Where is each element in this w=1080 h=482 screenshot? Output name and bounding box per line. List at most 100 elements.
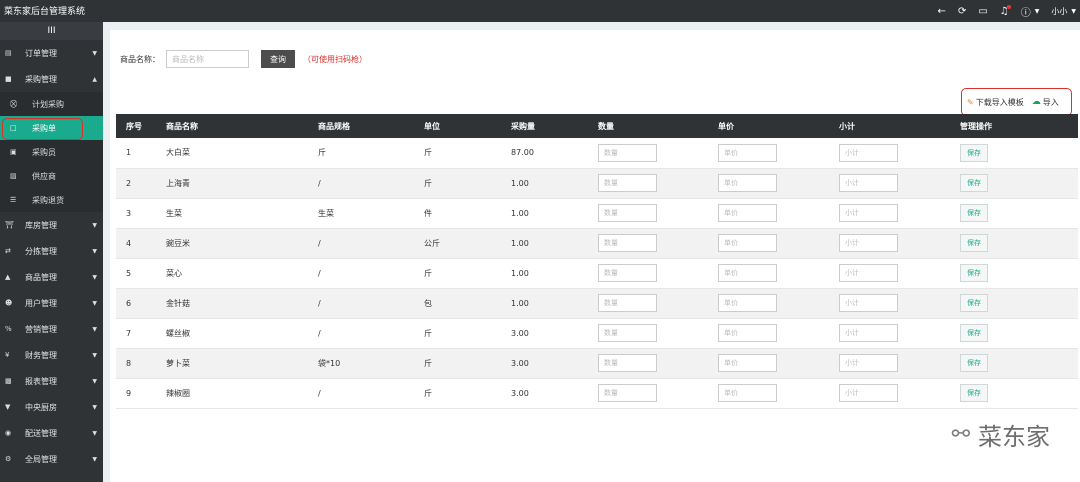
sidebar-subitem[interactable]: ⛒ 计划采购 [0,92,103,116]
top-bar: 菜东家后台管理系统 ← ⟳ ▭ ♫ ⓘ ▼ 小小 ▼ [0,0,1080,22]
cell-no: 9 [116,378,156,409]
save-button[interactable]: 保存 [960,174,988,192]
save-button[interactable]: 保存 [960,384,988,402]
subtotal-input[interactable] [839,264,898,282]
sidebar-subitem[interactable]: ▣ 采购员 [0,140,103,164]
sidebar-toggle[interactable]: III [0,22,103,40]
price-input[interactable] [718,234,777,252]
qty-input[interactable] [598,174,657,192]
cell-no: 1 [116,138,156,169]
sidebar-item-label: 全局管理 [25,454,57,464]
qty-input[interactable] [598,143,657,162]
bell-icon[interactable]: ♫ [1000,4,1011,17]
table-header: 序号 商品名称 商品规格 单位 采购量 数量 单价 小计 管理操作 [116,114,1078,138]
sidebar-subitem[interactable]: □ 采购单 [0,116,103,140]
qty-input[interactable] [598,294,657,312]
subtotal-input[interactable] [839,324,898,342]
qty-input[interactable] [598,324,657,342]
sidebar-item[interactable]: ▼ 中央厨房 ▼ [0,394,103,420]
qty-input[interactable] [598,234,657,252]
price-input[interactable] [718,324,777,342]
price-input[interactable] [718,143,777,162]
column-header: 商品规格 [318,121,350,131]
price-input[interactable] [718,294,777,312]
sidebar-subitem-label: 采购退货 [32,195,64,205]
cell-no: 8 [116,348,156,379]
back-arrow-icon[interactable]: ← [938,6,946,17]
cart-icon: ⛒ [10,99,18,108]
sidebar-item-label: 营销管理 [25,324,57,334]
sidebar-item-label: 库房管理 [25,220,57,230]
table-row: 2上海青/斤1.00 保存 [116,168,1078,199]
save-button[interactable]: 保存 [960,143,988,162]
sidebar-item-label: 订单管理 [25,48,57,58]
cell-no: 4 [116,228,156,259]
sidebar-item[interactable]: % 营销管理 ▼ [0,316,103,342]
chevron-down-icon[interactable]: ▼ [1035,8,1040,15]
price-input[interactable] [718,354,777,372]
cell-price [708,318,829,349]
cell-spec: 袋*10 [308,348,414,379]
price-input[interactable] [718,264,777,282]
sidebar-item[interactable]: ☻ 用户管理 ▼ [0,290,103,316]
sidebar-item[interactable]: ¥ 财务管理 ▼ [0,342,103,368]
sidebar-item[interactable]: ⛩ 库房管理 ▼ [0,212,103,238]
sidebar-item-label: 财务管理 [25,350,57,360]
sidebar-item[interactable]: ⇄ 分拣管理 ▼ [0,238,103,264]
import-button[interactable]: ☁ 导入 [1032,97,1059,108]
cell-qty [588,348,708,379]
sidebar-subitem[interactable]: ☰ 采购退货 [0,188,103,212]
cell-spec: 斤 [308,138,414,169]
cell-price [708,168,829,199]
sidebar-item-label: 报表管理 [25,376,57,386]
chart-icon: ▩ [5,377,12,385]
sidebar-item[interactable]: ▤ 订单管理 ▼ [0,40,103,66]
user-menu[interactable]: 小小 [1051,6,1067,17]
sidebar-item[interactable]: ▲ 商品管理 ▼ [0,264,103,290]
qty-input[interactable] [598,384,657,402]
qty-input[interactable] [598,264,657,282]
subtotal-input[interactable] [839,384,898,402]
cell-actions: 保存 [950,168,1078,199]
search-input[interactable] [166,50,249,68]
price-input[interactable] [718,174,777,192]
cell-actions: 保存 [950,258,1078,289]
cell-qty [588,198,708,229]
sidebar-subitem[interactable]: ▨ 供应商 [0,164,103,188]
monitor-icon[interactable]: ▭ [978,6,987,17]
price-input[interactable] [718,204,777,222]
chevron-down-icon[interactable]: ▼ [1071,8,1076,15]
subtotal-input[interactable] [839,204,898,222]
sidebar-item[interactable]: ◉ 配送管理 ▼ [0,420,103,446]
column-header: 序号 [126,121,142,131]
sidebar-item[interactable]: ⚙ 全局管理 ▼ [0,446,103,472]
qty-input[interactable] [598,354,657,372]
subtotal-input[interactable] [839,174,898,192]
subtotal-input[interactable] [839,354,898,372]
chevron-down-icon: ▼ [92,221,97,229]
info-icon[interactable]: ⓘ [1021,4,1031,19]
save-button[interactable]: 保存 [960,354,988,372]
download-template-link[interactable]: ✎ 下载导入模板 [967,97,1024,108]
save-button[interactable]: 保存 [960,234,988,252]
save-button[interactable]: 保存 [960,324,988,342]
table-row: 8萝卜菜袋*10斤3.00 保存 [116,348,1078,379]
sidebar-item[interactable]: ■ 采购管理 ▲ [0,66,103,92]
query-button[interactable]: 查询 [261,50,295,68]
table-row: 1大白菜斤斤87.00保存 [116,138,1078,169]
refresh-icon[interactable]: ⟳ [958,6,966,17]
subtotal-input[interactable] [839,234,898,252]
chevron-down-icon: ▼ [92,299,97,307]
qty-input[interactable] [598,204,657,222]
subtotal-input[interactable] [839,143,898,162]
save-button[interactable]: 保存 [960,204,988,222]
cell-unit: 斤 [414,138,501,169]
save-button[interactable]: 保存 [960,264,988,282]
subtotal-input[interactable] [839,294,898,312]
save-button[interactable]: 保存 [960,294,988,312]
sidebar-item[interactable]: ▩ 报表管理 ▼ [0,368,103,394]
id-card-icon: ▣ [10,148,17,156]
cell-unit: 包 [414,288,501,319]
search-label: 商品名称： [120,54,160,64]
price-input[interactable] [718,384,777,402]
